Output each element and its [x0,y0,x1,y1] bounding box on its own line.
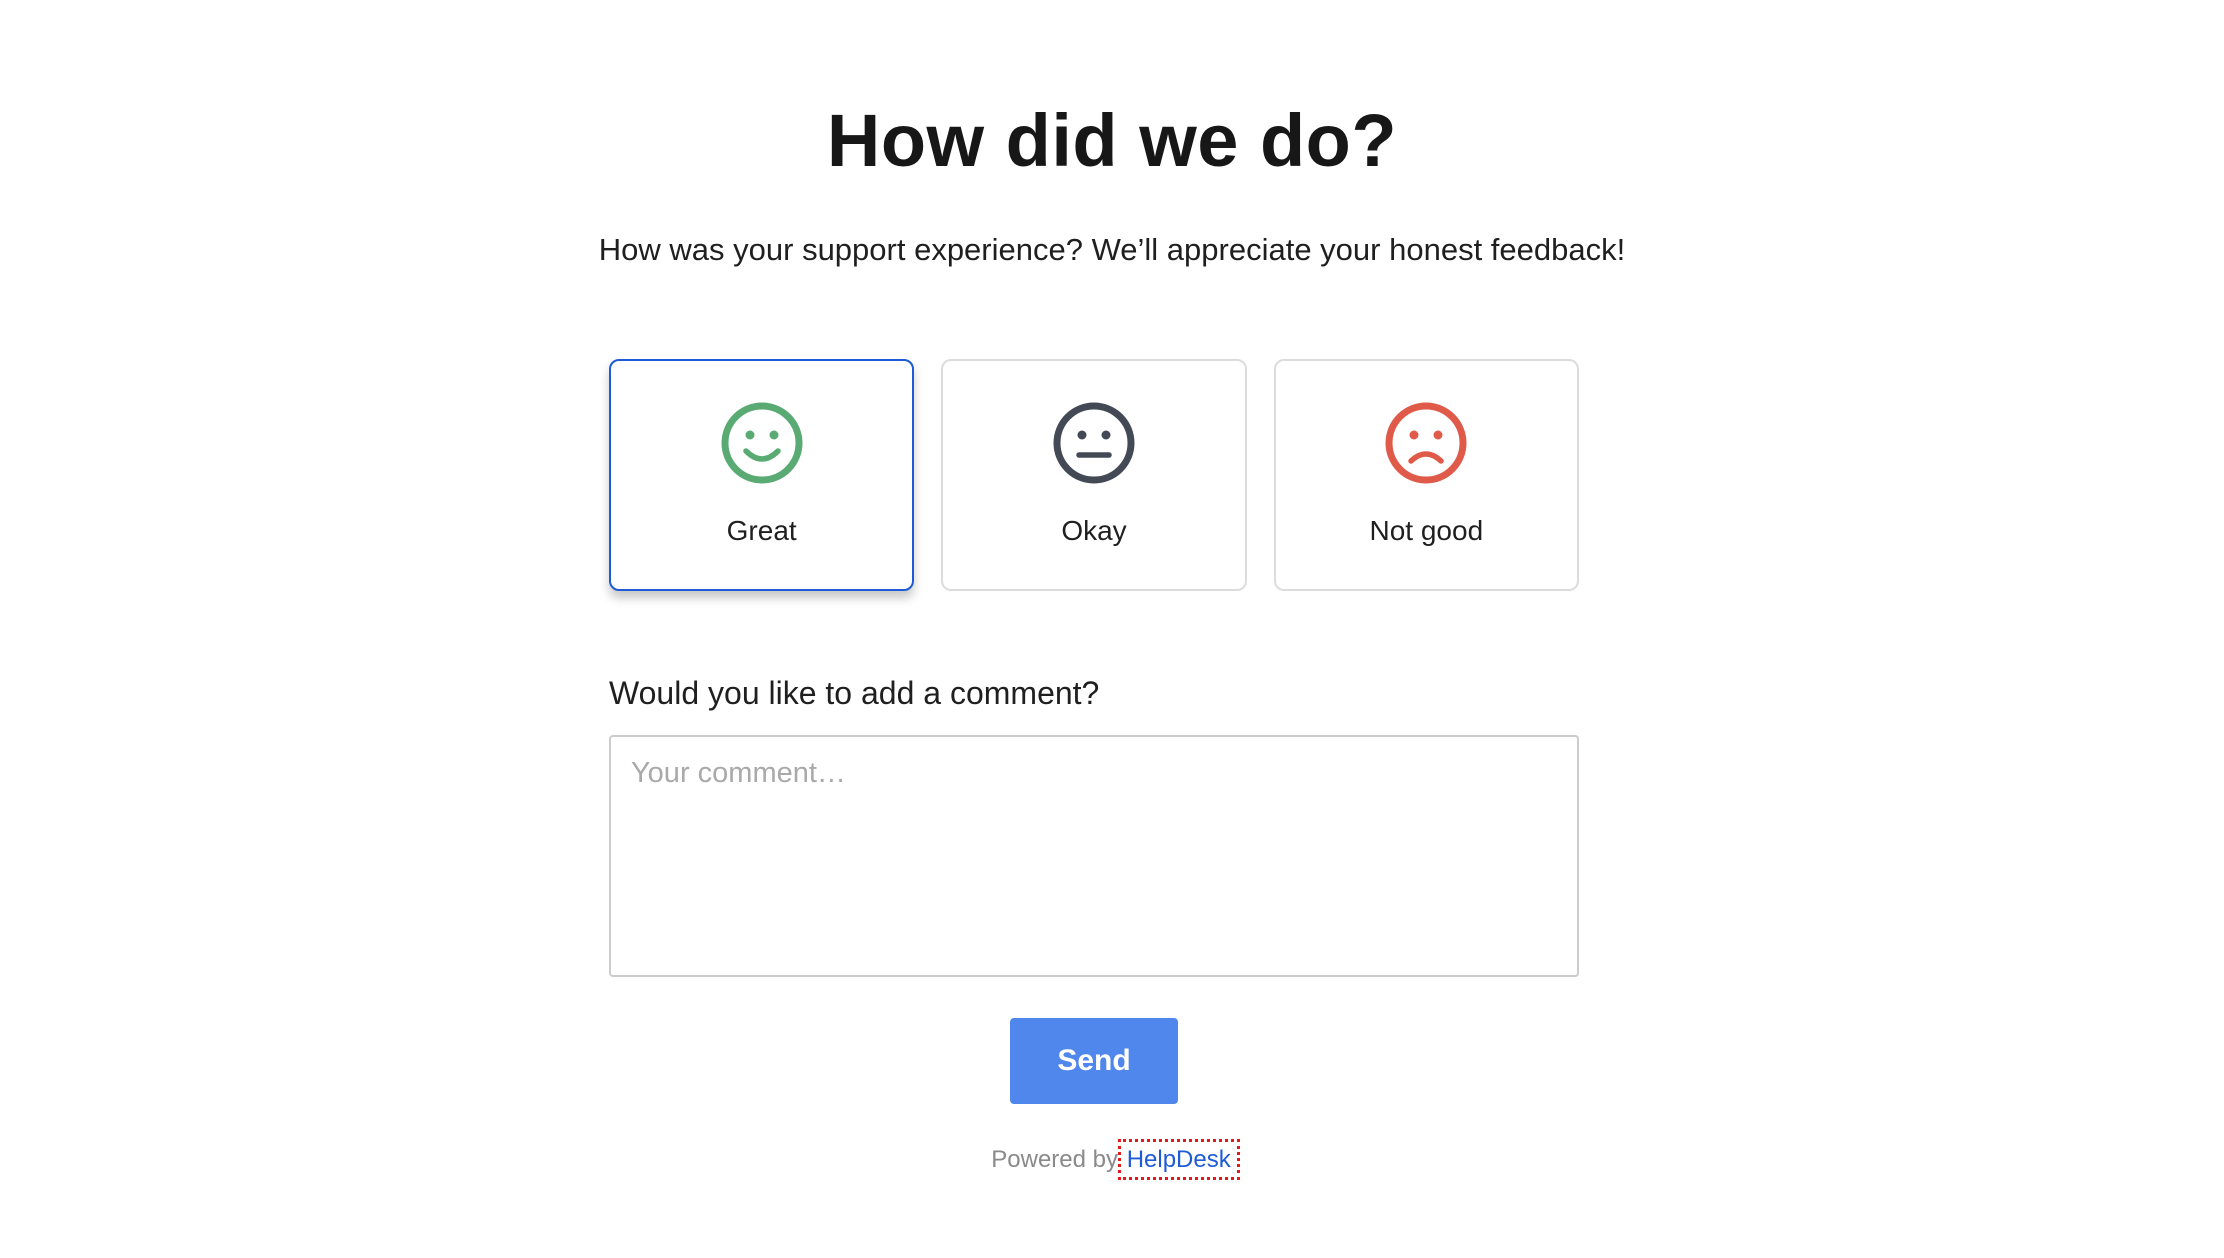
neutral-face-icon [1052,401,1136,485]
rating-option-not-good[interactable]: Not good [1273,359,1579,591]
rating-option-okay[interactable]: Okay [941,359,1247,591]
page-subtitle: How was your support experience? We’ll a… [598,232,1626,267]
frown-icon [1384,401,1468,485]
send-button[interactable]: Send [1010,1018,1178,1104]
rating-label-great: Great [726,515,797,546]
feedback-page: How did we do? How was your support expe… [0,0,2224,1258]
comment-label: Would you like to add a comment? [609,675,1100,711]
powered-by-text: Powered by [991,1146,1119,1173]
comment-input[interactable] [609,735,1579,977]
powered-by-footer: Powered by HelpDesk [0,1139,2224,1180]
rating-options: Great Okay Not good [609,359,1579,591]
helpdesk-link[interactable]: HelpDesk [1117,1139,1240,1180]
rating-label-okay: Okay [1061,515,1127,546]
page-title: How did we do? [826,99,1398,182]
smile-icon [720,401,804,485]
rating-label-not-good: Not good [1369,515,1484,546]
rating-option-great[interactable]: Great [609,359,915,591]
